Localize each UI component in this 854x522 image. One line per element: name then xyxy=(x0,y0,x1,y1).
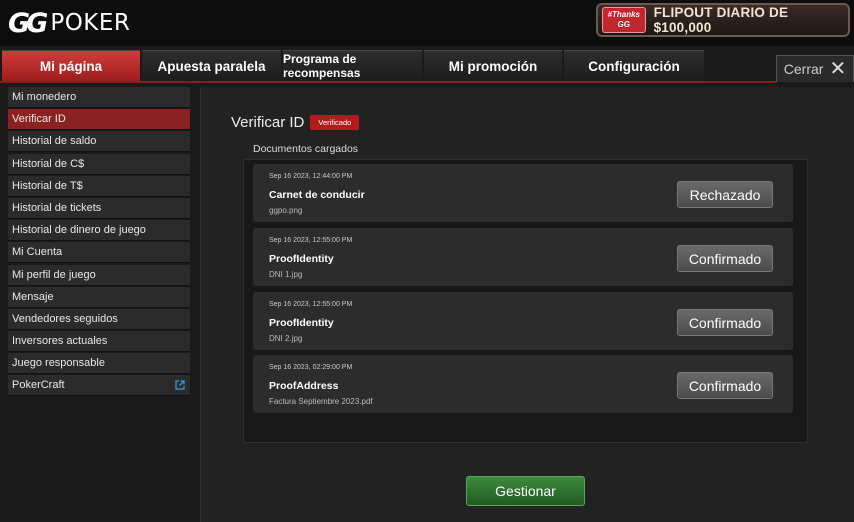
document-date: Sep 16 2023, 12:44:00 PM xyxy=(269,173,353,180)
document-file: ggpo.png xyxy=(269,206,303,215)
tab-mi-pagina[interactable]: Mi página xyxy=(2,50,140,81)
promo-text: FLIPOUT DIARIO DE $100,000 xyxy=(653,5,789,35)
logo-poker-text: POKER xyxy=(50,10,131,36)
sidebar-item-historial-t[interactable]: Historial de T$ xyxy=(8,175,190,197)
sidebar-item-vendedores-seguidos[interactable]: Vendedores seguidos xyxy=(8,308,190,330)
status-badge: Verificado xyxy=(310,115,360,130)
sidebar-item-historial-c[interactable]: Historial de C$ xyxy=(8,153,190,175)
sidebar-item-historial-saldo[interactable]: Historial de saldo xyxy=(8,131,190,153)
top-header: GG POKER #Thanks GG FLIPOUT DIARIO DE $1… xyxy=(0,0,854,46)
close-label: Cerrar xyxy=(783,61,824,77)
external-link-icon xyxy=(175,380,185,391)
documents-panel: Sep 16 2023, 12:44:00 PM Carnet de condu… xyxy=(243,159,808,443)
document-date: Sep 16 2023, 02:29:00 PM xyxy=(269,364,353,371)
document-status-button[interactable]: Confirmado xyxy=(677,245,773,272)
document-status-button[interactable]: Confirmado xyxy=(677,372,773,399)
document-name: Carnet de conducir xyxy=(269,189,365,201)
document-card: Sep 16 2023, 12:55:00 PM ProofIdentity D… xyxy=(253,228,793,286)
document-card: Sep 16 2023, 02:29:00 PM ProofAddress Fa… xyxy=(253,355,793,413)
tab-apuesta-paralela[interactable]: Apuesta paralela xyxy=(142,50,281,81)
tab-divider xyxy=(0,81,776,83)
manage-button[interactable]: Gestionar xyxy=(466,476,585,506)
page-title: Verificar ID xyxy=(231,114,305,131)
title-row: Verificar ID Verificado xyxy=(231,114,360,131)
main-tabs: Mi página Apuesta paralela Programa de r… xyxy=(2,50,706,82)
close-button[interactable]: Cerrar ✕ xyxy=(776,55,854,82)
document-file: Factura Septiembre 2023.pdf xyxy=(269,397,373,406)
document-card: Sep 16 2023, 12:55:00 PM ProofIdentity D… xyxy=(253,292,793,350)
document-card: Sep 16 2023, 12:44:00 PM Carnet de condu… xyxy=(253,164,793,222)
document-date: Sep 16 2023, 12:55:00 PM xyxy=(269,237,353,244)
sidebar-item-mi-cuenta[interactable]: Mi Cuenta xyxy=(8,242,190,264)
promo-banner[interactable]: #Thanks GG FLIPOUT DIARIO DE $100,000 xyxy=(596,3,850,37)
sidebar-item-juego-responsable[interactable]: Juego responsable xyxy=(8,353,190,375)
sidebar-item-historial-tickets[interactable]: Historial de tickets xyxy=(8,197,190,219)
main-content: Verificar ID Verificado Documentos carga… xyxy=(200,87,854,522)
tab-mi-promocion[interactable]: Mi promoción xyxy=(424,50,562,81)
ggpoker-logo: GG POKER xyxy=(8,7,131,39)
close-icon: ✕ xyxy=(829,58,847,80)
thanks-gg-badge-icon: #Thanks GG xyxy=(602,7,646,33)
sidebar-item-mi-perfil-juego[interactable]: Mi perfil de juego xyxy=(8,264,190,286)
sidebar-item-inversores-actuales[interactable]: Inversores actuales xyxy=(8,331,190,353)
tab-programa-recompensas[interactable]: Programa de recompensas xyxy=(283,50,422,81)
document-file: DNI 1.jpg xyxy=(269,270,303,279)
document-status-button[interactable]: Confirmado xyxy=(677,309,773,336)
logo-gg-text: GG xyxy=(8,7,48,39)
sidebar-item-mi-monedero[interactable]: Mi monedero xyxy=(8,87,190,108)
tab-configuracion[interactable]: Configuración xyxy=(564,50,704,81)
sidebar-item-label: PokerCraft xyxy=(12,379,65,392)
document-name: ProofIdentity xyxy=(269,253,334,265)
sidebar-menu: Mi monedero Verificar ID Historial de sa… xyxy=(8,87,190,398)
document-name: ProofAddress xyxy=(269,380,339,392)
document-status-button[interactable]: Rechazado xyxy=(677,181,773,208)
sidebar-item-pokercraft[interactable]: PokerCraft xyxy=(8,375,190,397)
sidebar-item-historial-dinero-juego[interactable]: Historial de dinero de juego xyxy=(8,220,190,242)
document-date: Sep 16 2023, 12:55:00 PM xyxy=(269,301,353,308)
document-name: ProofIdentity xyxy=(269,317,334,329)
document-file: DNI 2.jpg xyxy=(269,334,303,343)
documents-label: Documentos cargados xyxy=(253,143,359,155)
sidebar-item-mensaje[interactable]: Mensaje xyxy=(8,286,190,308)
sidebar-item-verificar-id[interactable]: Verificar ID xyxy=(8,109,190,131)
